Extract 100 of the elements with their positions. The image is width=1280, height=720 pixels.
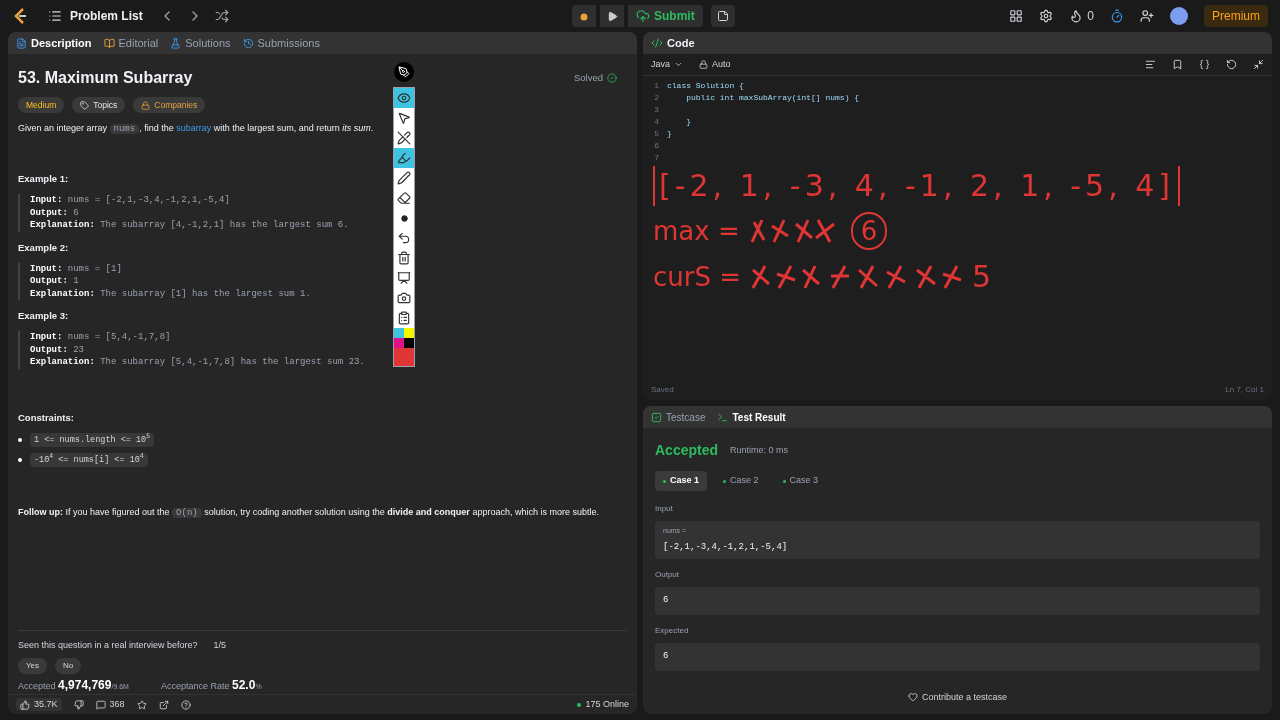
collapse-icon[interactable]: [1253, 59, 1264, 70]
constraint-code: -10$^{4}$ <= nums[i] <= 10$^{4}$: [30, 452, 148, 467]
line-number: 6: [653, 140, 660, 152]
line-number: 1: [653, 80, 660, 92]
panel-tab[interactable]: Submissions: [242, 34, 320, 52]
like-button[interactable]: 35.7K: [16, 697, 62, 712]
settings-icon[interactable]: [1039, 9, 1054, 23]
help-icon[interactable]: [180, 699, 191, 710]
board-icon: [397, 271, 411, 285]
format-icon[interactable]: [1145, 59, 1156, 70]
tab-icon: [651, 411, 662, 423]
eye-tool[interactable]: [394, 88, 414, 108]
play-icon: [606, 10, 618, 22]
handwritten-max-value: 6: [850, 212, 888, 250]
tab-icon: [242, 37, 254, 49]
verdict: Accepted: [655, 441, 719, 460]
palette-swatch[interactable]: [404, 328, 414, 338]
interview-question: Seen this question in a real interview before?: [18, 638, 198, 652]
bullet-icon: [18, 457, 22, 462]
share-icon[interactable]: [158, 699, 169, 710]
result-tab[interactable]: Test Result: [717, 409, 786, 425]
answer-button[interactable]: Yes: [18, 658, 48, 674]
chevron-down-icon: [674, 60, 683, 69]
submit-button[interactable]: Submit: [628, 5, 703, 27]
line-number: 7: [653, 152, 660, 164]
streak-icon[interactable]: [1069, 9, 1084, 23]
invite-icon[interactable]: [1140, 9, 1154, 23]
comments-button[interactable]: 368: [95, 697, 125, 712]
handwritten-cur-label: curS =: [653, 261, 742, 294]
tag-chip[interactable]: Companies: [133, 97, 206, 113]
code-icon: [651, 37, 663, 49]
dot-icon: [400, 214, 408, 222]
notes-button[interactable]: [710, 5, 735, 27]
example-line: Explanation: The subarray [1] has the largest sum 1.: [30, 287, 311, 300]
case-tab[interactable]: Case 3: [774, 471, 827, 491]
bookmark-icon[interactable]: [1172, 59, 1183, 70]
language-dropdown[interactable]: Java: [651, 57, 683, 72]
shuffle-icon[interactable]: [214, 9, 229, 23]
premium-button[interactable]: Premium: [1204, 5, 1268, 27]
handwritten-max-label: max =: [653, 215, 740, 248]
tag-chip[interactable]: Medium: [18, 97, 65, 113]
tab-icon: [103, 37, 115, 49]
contribute-testcase-button[interactable]: Contribute a testcase: [907, 690, 1008, 704]
output-label: Output: [655, 569, 680, 581]
pen-logo-icon[interactable]: [394, 62, 414, 82]
answer-button[interactable]: No: [55, 658, 82, 674]
dislike-icon[interactable]: [73, 699, 84, 710]
pen-icon: [397, 171, 411, 185]
problem-statement: Given an integer array nums , find the subarray with the largest sum, and return its sum.: [18, 122, 374, 136]
reset-icon[interactable]: [1226, 59, 1237, 70]
palette-swatch[interactable]: [394, 338, 404, 348]
handwritten-cur-value: 5: [972, 260, 992, 294]
run-button[interactable]: [600, 5, 624, 27]
mode-label: Auto: [699, 57, 731, 72]
panel-tab[interactable]: Solutions: [170, 34, 231, 52]
tab-icon: [717, 411, 729, 423]
logo-icon[interactable]: [12, 7, 28, 25]
braces-icon[interactable]: [1199, 59, 1210, 70]
save-status: Saved: [651, 384, 674, 396]
palette-swatch[interactable]: [394, 348, 414, 366]
no-pen-tool[interactable]: [394, 128, 414, 148]
tag-chip[interactable]: Topics: [72, 97, 126, 113]
pen-tool[interactable]: [394, 168, 414, 188]
clipboard-icon: [397, 311, 411, 325]
trash-icon: [397, 251, 411, 265]
example-line: Input: nums = [5,4,-1,7,8]: [30, 331, 171, 344]
subarray-link[interactable]: subarray: [176, 123, 212, 133]
problem-list-link[interactable]: Problem List: [70, 7, 143, 25]
comment-icon: [95, 699, 106, 710]
layout-icon[interactable]: [1009, 9, 1024, 23]
eraser-icon: [397, 191, 411, 205]
tab-icon: [170, 37, 182, 49]
check-icon: [607, 73, 617, 83]
example-line: Output: 1: [30, 275, 79, 288]
example-line: Output: 23: [30, 343, 85, 356]
case-tab[interactable]: Case 2: [715, 471, 767, 491]
problem-title: 53. Maximum Subarray: [18, 68, 193, 88]
code-line: }: [667, 128, 672, 140]
panel-tab[interactable]: Description: [16, 34, 92, 52]
solved-status: Solved: [573, 71, 617, 85]
result-tab[interactable]: Testcase: [651, 409, 706, 425]
palette-swatch[interactable]: [394, 328, 404, 338]
example-line: Output: 6: [30, 206, 79, 219]
highlighter-tool[interactable]: [394, 148, 414, 168]
list-icon[interactable]: [48, 9, 62, 23]
favorite-icon[interactable]: [136, 699, 147, 710]
debug-button[interactable]: [572, 5, 596, 27]
example-heading: Example 2:: [18, 240, 69, 255]
example-heading: Example 3:: [18, 309, 69, 323]
palette-swatch[interactable]: [404, 338, 414, 348]
code-line: public int maxSubArray(int[] nums) {: [685, 92, 860, 104]
avatar[interactable]: [1170, 7, 1188, 25]
timer-icon[interactable]: [1110, 9, 1124, 23]
lock-icon: [699, 60, 708, 69]
camera-icon: [397, 291, 411, 305]
panel-tab[interactable]: Editorial: [103, 34, 159, 52]
highlighter-icon: [397, 151, 411, 165]
case-tab[interactable]: Case 1: [655, 471, 708, 491]
interview-count: 1/5: [213, 638, 227, 652]
note-icon: [716, 10, 729, 22]
